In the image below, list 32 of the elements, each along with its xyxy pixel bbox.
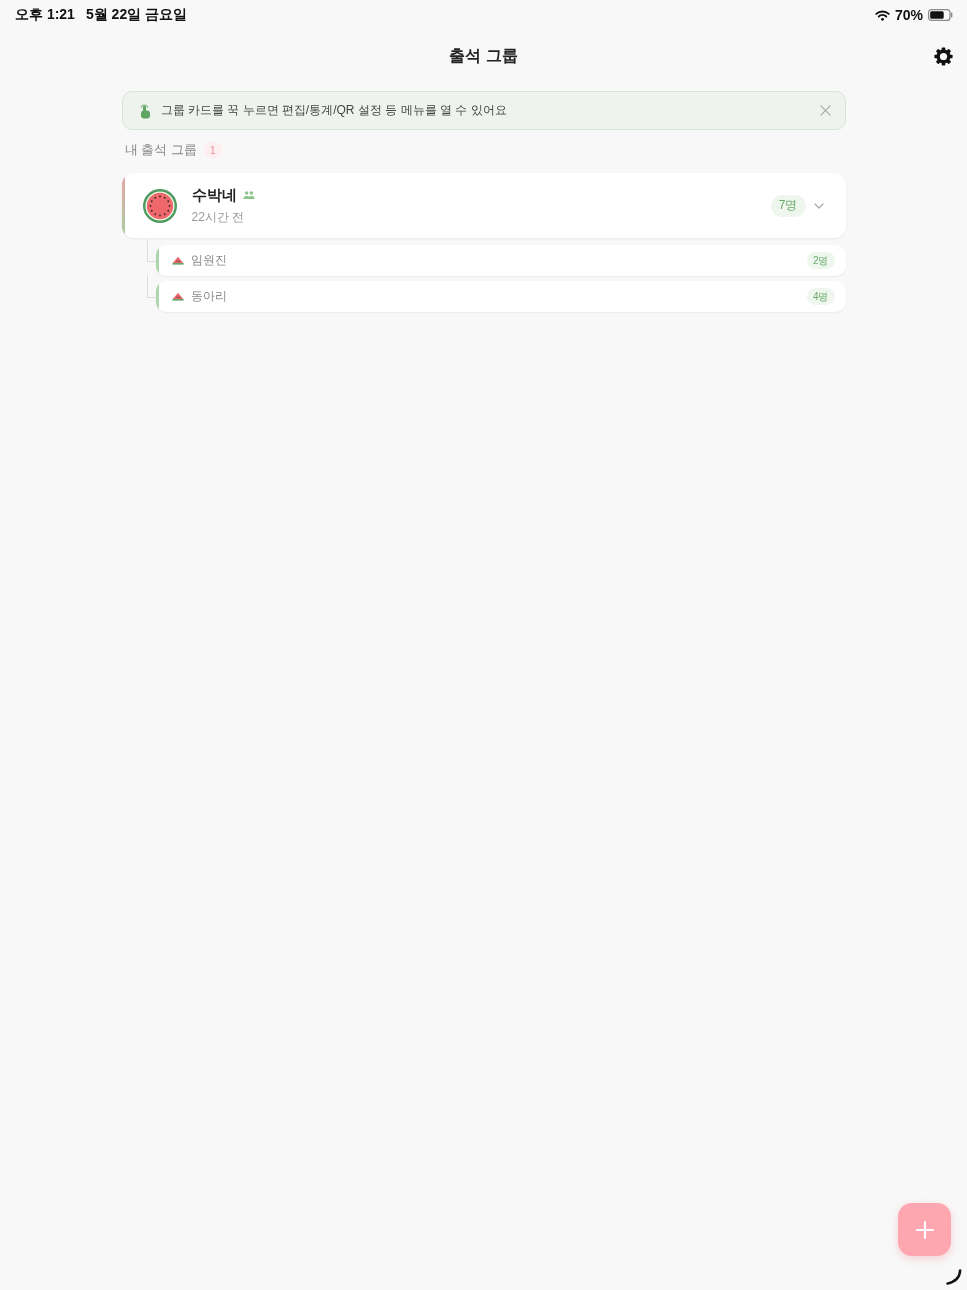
group-card[interactable]: 수박네 22시간 전 7명 (121, 173, 846, 238)
people-icon (242, 191, 255, 199)
watermelon-icon (142, 188, 177, 223)
wifi-icon (874, 9, 890, 21)
page-title: 출석 그룹 (449, 45, 518, 66)
count-badge: 1 (203, 141, 222, 159)
watermelon-slice-icon (171, 292, 184, 301)
member-count: 4명 (806, 288, 835, 305)
subgroup-card[interactable]: 임원진 2명 (155, 245, 846, 276)
subgroup-card[interactable]: 동아리 4명 (155, 281, 846, 312)
status-time: 오후 1:21 (15, 6, 75, 24)
subgroup-name: 동아리 (190, 288, 228, 305)
add-button[interactable] (898, 1203, 951, 1256)
section-title: 내 출석 그룹 (124, 141, 197, 159)
member-count: 2명 (806, 252, 835, 269)
close-icon[interactable] (819, 105, 831, 116)
plus-icon[interactable] (915, 1220, 934, 1239)
tip-text: 그룹 카드를 꾹 누르면 편집/통계/QR 설정 등 메뉴를 열 수 있어요 (160, 102, 508, 119)
settings-icon[interactable] (934, 46, 953, 66)
member-count: 7명 (770, 194, 806, 217)
tree-connector (146, 239, 156, 262)
watermelon-slice-icon (171, 256, 184, 265)
curve-icon (946, 1269, 962, 1285)
chevron-down-icon[interactable] (813, 202, 824, 209)
group-name: 수박네 (191, 185, 237, 205)
tap-hand-icon (138, 102, 151, 119)
battery-percent: 70% (894, 7, 923, 23)
subgroup-name: 임원진 (190, 252, 228, 269)
last-updated: 22시간 전 (191, 208, 245, 226)
status-date: 5월 22일 금요일 (85, 6, 188, 24)
battery-icon (928, 9, 953, 21)
tree-connector (146, 275, 156, 298)
